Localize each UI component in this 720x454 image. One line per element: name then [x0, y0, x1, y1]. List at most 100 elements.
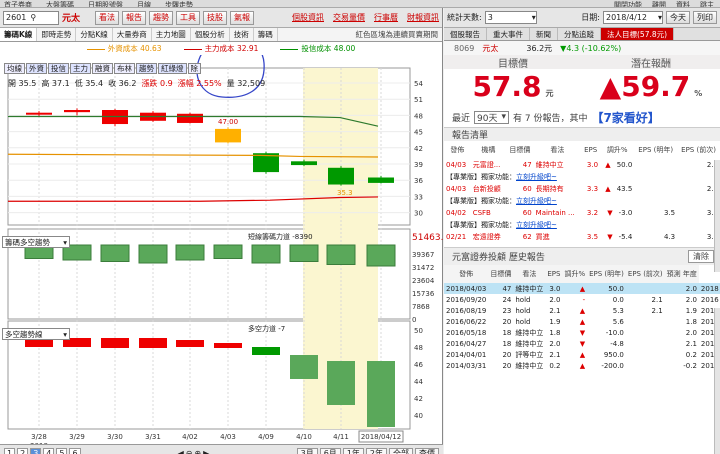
top-item[interactable]: 步驟走勢 — [165, 0, 193, 7]
stock-code-input[interactable]: 2601 ⚲ — [3, 10, 59, 25]
bullish-count[interactable]: 【7家看好】 — [591, 109, 659, 126]
column-header[interactable]: 調升% — [600, 141, 634, 159]
column-header[interactable]: EPS (明年) — [634, 141, 677, 159]
indicator-bar[interactable] — [327, 361, 355, 405]
tab-tech[interactable]: 技術 — [230, 28, 254, 41]
column-header[interactable]: 目標價 — [488, 265, 514, 283]
tool-main[interactable]: 主力 — [70, 63, 91, 74]
top-item[interactable]: 資料 — [676, 0, 690, 7]
tab-chips[interactable]: 籌碼 — [254, 28, 278, 41]
tool-bollinger[interactable]: 布林 — [114, 63, 135, 74]
column-header[interactable]: EPS (前次) — [625, 265, 665, 283]
tab-main-map[interactable]: 主力地圖 — [152, 28, 191, 41]
indicator-bar[interactable] — [25, 339, 53, 347]
scrollbar[interactable] — [714, 160, 720, 272]
upgrade-link[interactable]: 立刻升級吧~ — [516, 197, 557, 205]
column-header[interactable]: 機構 — [471, 141, 506, 159]
tool-trend[interactable]: 趨勢 — [136, 63, 157, 74]
range-1y[interactable]: 1年 — [342, 447, 364, 454]
upgrade-link[interactable]: 立刻升級吧~ — [516, 221, 557, 229]
promo-row[interactable]: 【專業版】獨家功能：立刻升級吧~ — [444, 219, 720, 231]
nav-right-icon[interactable]: ▶ — [203, 449, 209, 454]
table-row[interactable]: 2016/04/27 18 維持中立 2.0 ▼ -4.8 2.1 2016 — [444, 338, 720, 349]
zoom-out-icon[interactable]: ⊖ — [186, 449, 193, 454]
tool-trust[interactable]: 投信 — [48, 63, 69, 74]
indicator-bar[interactable] — [326, 244, 356, 265]
toolbar-button[interactable]: 氣報 — [230, 10, 254, 25]
column-header[interactable]: 目標價 — [506, 141, 534, 159]
column-header[interactable]: 發佈 — [444, 141, 471, 159]
indicator-bar[interactable] — [138, 244, 168, 264]
indicator-select-2[interactable]: 多空趨勢線 ▾ — [2, 328, 70, 340]
column-header[interactable]: 預測 年度 — [664, 265, 699, 283]
top-item[interactable]: 離開 — [652, 0, 666, 7]
top-item[interactable]: 日期股號盤 — [88, 0, 123, 7]
kline-chart[interactable]: 54514845423936333047.0035.3短線籌碼力道 -8390 5… — [0, 55, 443, 454]
search-icon[interactable]: ⚲ — [30, 13, 36, 22]
table-row[interactable]: 2018/04/03 47 維持中立 3.0 ▲ 50.0 2.0 2018 — [444, 283, 720, 294]
indicator-select-1[interactable]: 籌碼多空趨勢 ▾ — [2, 236, 70, 248]
column-header[interactable]: 看法 — [513, 265, 546, 283]
indicator-bar[interactable] — [290, 355, 318, 379]
tab-brokers[interactable]: 大量券商 — [113, 28, 152, 41]
candle[interactable] — [177, 113, 203, 123]
top-item[interactable]: 首子券商 — [4, 0, 32, 7]
nav-left-icon[interactable]: ◀ — [178, 449, 184, 454]
table-row[interactable]: 2016/06/22 20 hold 1.9 ▲ 5.6 1.8 2016 — [444, 316, 720, 327]
scrollbar[interactable] — [714, 308, 720, 454]
indicator-bar[interactable] — [100, 244, 130, 262]
indicator-bar[interactable] — [366, 244, 396, 267]
tool-traffic-light[interactable]: 紅綠燈 — [158, 63, 187, 74]
top-item[interactable]: 關閉功能 — [614, 0, 642, 7]
upgrade-link[interactable]: 立刻升級吧~ — [516, 173, 557, 181]
chevron-down-icon[interactable]: ▾ — [61, 330, 69, 339]
tab-branch-kline[interactable]: 分點K線 — [76, 28, 113, 41]
indicator-bar[interactable] — [289, 244, 319, 262]
page-button[interactable]: 5 — [56, 448, 68, 454]
indicator-bar[interactable] — [213, 244, 243, 259]
indicator-bar[interactable] — [252, 347, 280, 355]
range-3m[interactable]: 3月 — [296, 447, 318, 454]
tool-foreign[interactable]: 外資 — [26, 63, 47, 74]
tool-ma[interactable]: 均線 — [4, 63, 25, 74]
table-row[interactable]: 2014/04/01 20 評等中立 2.1 ▲ 950.0 0.2 2014 — [444, 349, 720, 360]
candle[interactable] — [26, 112, 52, 115]
clear-button[interactable]: 清除 — [688, 250, 714, 263]
tab-major-events[interactable]: 重大事件 — [487, 28, 530, 40]
indicator-bar[interactable] — [139, 338, 167, 348]
tab-news[interactable]: 新聞 — [530, 28, 558, 40]
candle[interactable] — [291, 161, 317, 166]
tab-target-price[interactable]: 法人目標(57.8元) — [601, 28, 675, 40]
print-button[interactable]: 列印 — [693, 11, 717, 24]
days-select[interactable]: 3 ▾ — [484, 11, 537, 24]
promo-row[interactable]: 【專業版】獨家功能：立刻升級吧~ — [444, 195, 720, 207]
tab-intraday[interactable]: 即時走勢 — [37, 28, 77, 41]
chevron-down-icon[interactable]: ▾ — [61, 238, 69, 247]
table-row[interactable]: 02/21 宏遠證券 62 買進 3.5 ▼ -5.4 4.3 3.7 — [444, 231, 720, 243]
indicator-bar[interactable] — [251, 244, 281, 264]
range-2y[interactable]: 2年 — [365, 447, 387, 454]
page-button[interactable]: 6 — [69, 448, 81, 454]
table-row[interactable]: 04/03 元富證... 47 維持中立 3.0 ▲ 50.0 2.0 — [444, 159, 720, 171]
indicator-bar[interactable] — [367, 361, 395, 427]
today-button[interactable]: 今天 — [666, 11, 690, 24]
link-volume-price[interactable]: 交易量價 — [333, 12, 365, 23]
range-all[interactable]: 全部 — [389, 447, 413, 454]
range-6m[interactable]: 6月 — [319, 447, 341, 454]
top-item[interactable]: 大盤籌碼 — [46, 0, 74, 7]
column-header[interactable]: EPS (明年) — [587, 265, 626, 283]
page-button[interactable]: 4 — [43, 448, 55, 454]
tab-analysis[interactable]: 個股分析 — [191, 28, 230, 41]
tab-stock-report[interactable]: 個股報告 — [444, 28, 487, 40]
toolbar-button[interactable]: 看法 — [95, 10, 119, 25]
candle[interactable] — [215, 128, 241, 143]
date-picker[interactable]: 2018/4/12 ▾ — [603, 11, 663, 24]
page-button[interactable]: 3 — [30, 448, 42, 454]
column-header[interactable]: 發佈 — [444, 265, 489, 283]
toolbar-button[interactable]: 報告 — [122, 10, 146, 25]
link-financial[interactable]: 財報資訊 — [407, 12, 439, 23]
column-header[interactable]: EPS (前次) — [677, 141, 720, 159]
table-row[interactable]: 2016/05/18 18 維持中立 1.8 ▼ -10.0 2.0 2016 — [444, 327, 720, 338]
toolbar-button[interactable]: 趨勢 — [149, 10, 173, 25]
page-button[interactable]: 2 — [17, 448, 29, 454]
